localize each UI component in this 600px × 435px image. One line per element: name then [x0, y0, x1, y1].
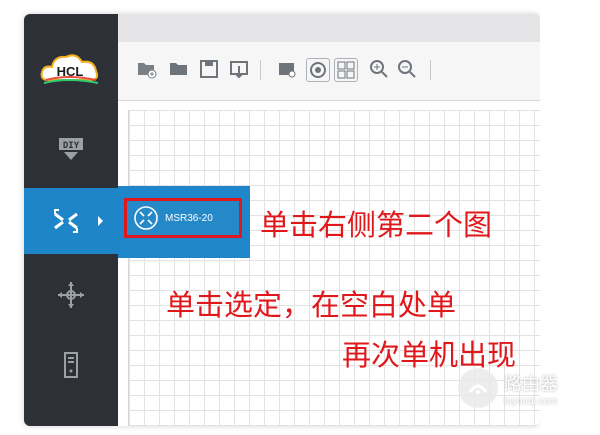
toolbar-divider [260, 60, 261, 80]
annotation-line-2: 单击选定，在空白处单 [166, 288, 457, 322]
move-icon [58, 282, 84, 308]
open-folder-icon[interactable] [168, 58, 190, 80]
save-icon[interactable] [198, 58, 220, 80]
sidebar-item-diy[interactable]: DIY [24, 116, 118, 182]
app-window: HCL DIY MSR36-20 单击右侧第二个图 单击选定，在空白处单 再次单… [24, 14, 540, 426]
toolbar-divider [430, 60, 431, 80]
title-bar [118, 14, 540, 42]
device-label: MSR36-20 [165, 212, 213, 224]
export-icon[interactable] [228, 58, 250, 80]
watermark-router-icon [458, 368, 498, 408]
capture-icon[interactable] [306, 58, 330, 82]
new-topology-icon[interactable] [136, 58, 158, 80]
sidebar-item-server[interactable] [24, 332, 118, 398]
router-icon [54, 209, 78, 233]
hcl-logo: HCL [40, 54, 99, 84]
server-icon [64, 352, 78, 378]
diy-icon: DIY [59, 138, 83, 160]
svg-text:DIY: DIY [63, 141, 80, 151]
submenu-caret-icon [98, 216, 103, 226]
grid-icon[interactable] [334, 58, 358, 82]
sidebar-item-router[interactable] [24, 188, 118, 254]
logo-text: HCL [57, 64, 84, 79]
watermark-subtitle: luyouqi.com [504, 395, 558, 407]
annotation-line-1: 单击右侧第二个图 [260, 208, 493, 242]
screenshot-icon[interactable] [276, 58, 298, 80]
sidebar: HCL DIY [24, 14, 118, 426]
watermark-title: 路由器 [504, 373, 558, 395]
watermark: 路由器 luyouqi.com [458, 368, 558, 408]
toolbar [118, 42, 540, 101]
zoom-out-icon[interactable] [396, 58, 418, 80]
router-device-icon [134, 206, 158, 230]
device-msr36-20[interactable]: MSR36-20 [124, 198, 242, 238]
zoom-in-icon[interactable] [368, 58, 390, 80]
sidebar-item-move[interactable] [24, 262, 118, 328]
